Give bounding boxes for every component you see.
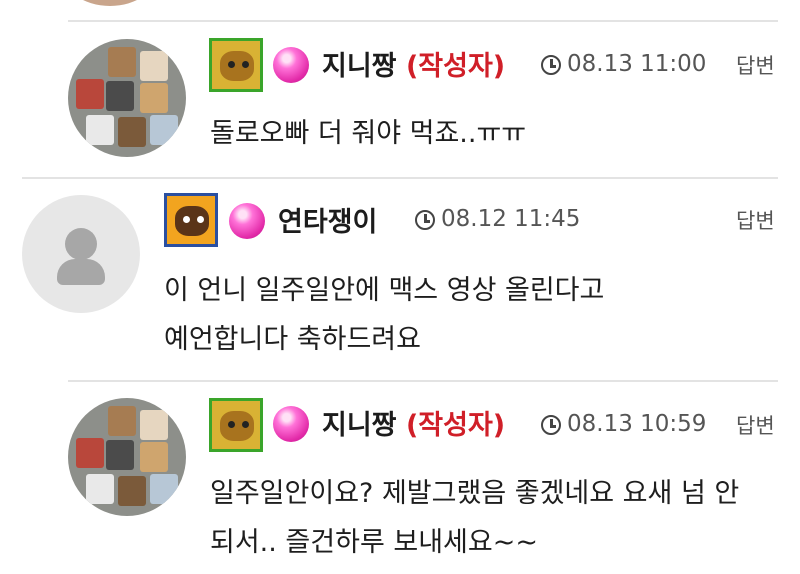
comment-time: 08.13 11:00 xyxy=(567,51,707,77)
divider xyxy=(68,20,778,22)
pink-gem-icon xyxy=(273,47,309,83)
comment-username[interactable]: 연타쟁이 xyxy=(278,200,377,239)
author-tag: (작성자) xyxy=(405,51,506,82)
comment-text-line: 일주일안이요? 제발그랬음 좋겠네요 요새 넘 안 xyxy=(210,478,740,509)
level-badge-icon xyxy=(209,398,263,452)
user-avatar[interactable] xyxy=(68,39,186,157)
comment-username[interactable]: 지니짱 (작성자) xyxy=(322,44,505,83)
comment-username[interactable]: 지니짱 (작성자) xyxy=(322,403,505,442)
reply-button[interactable]: 답변 xyxy=(736,50,775,80)
divider xyxy=(68,380,778,382)
level-badge-icon xyxy=(209,38,263,92)
user-avatar[interactable] xyxy=(68,398,186,516)
reply-button[interactable]: 답변 xyxy=(736,410,775,440)
previous-comment-avatar xyxy=(60,0,160,6)
username-text: 연타쟁이 xyxy=(278,207,378,238)
pink-gem-icon xyxy=(229,203,265,239)
author-tag: (작성자) xyxy=(405,410,506,441)
comment-text-line: 이 언니 일주일안에 맥스 영상 올린다고 xyxy=(164,275,605,306)
username-text: 지니짱 xyxy=(322,51,397,82)
comment-time: 08.13 10:59 xyxy=(567,411,707,437)
default-avatar-icon[interactable] xyxy=(22,195,140,313)
divider xyxy=(22,177,778,179)
comment-time: 08.12 11:45 xyxy=(441,206,581,232)
clock-icon xyxy=(541,415,561,435)
clock-icon xyxy=(415,210,435,230)
reply-button[interactable]: 답변 xyxy=(736,205,775,235)
username-text: 지니짱 xyxy=(322,410,397,441)
comment-text-line: 예언합니다 축하드려요 xyxy=(164,324,421,355)
pink-gem-icon xyxy=(273,406,309,442)
level-badge-icon xyxy=(164,193,218,247)
comment-text-line: 돌로오빠 더 줘야 먹죠..ㅠㅠ xyxy=(210,118,527,149)
comment-text-line: 되서.. 즐건하루 보내세요~~ xyxy=(210,527,538,558)
clock-icon xyxy=(541,55,561,75)
